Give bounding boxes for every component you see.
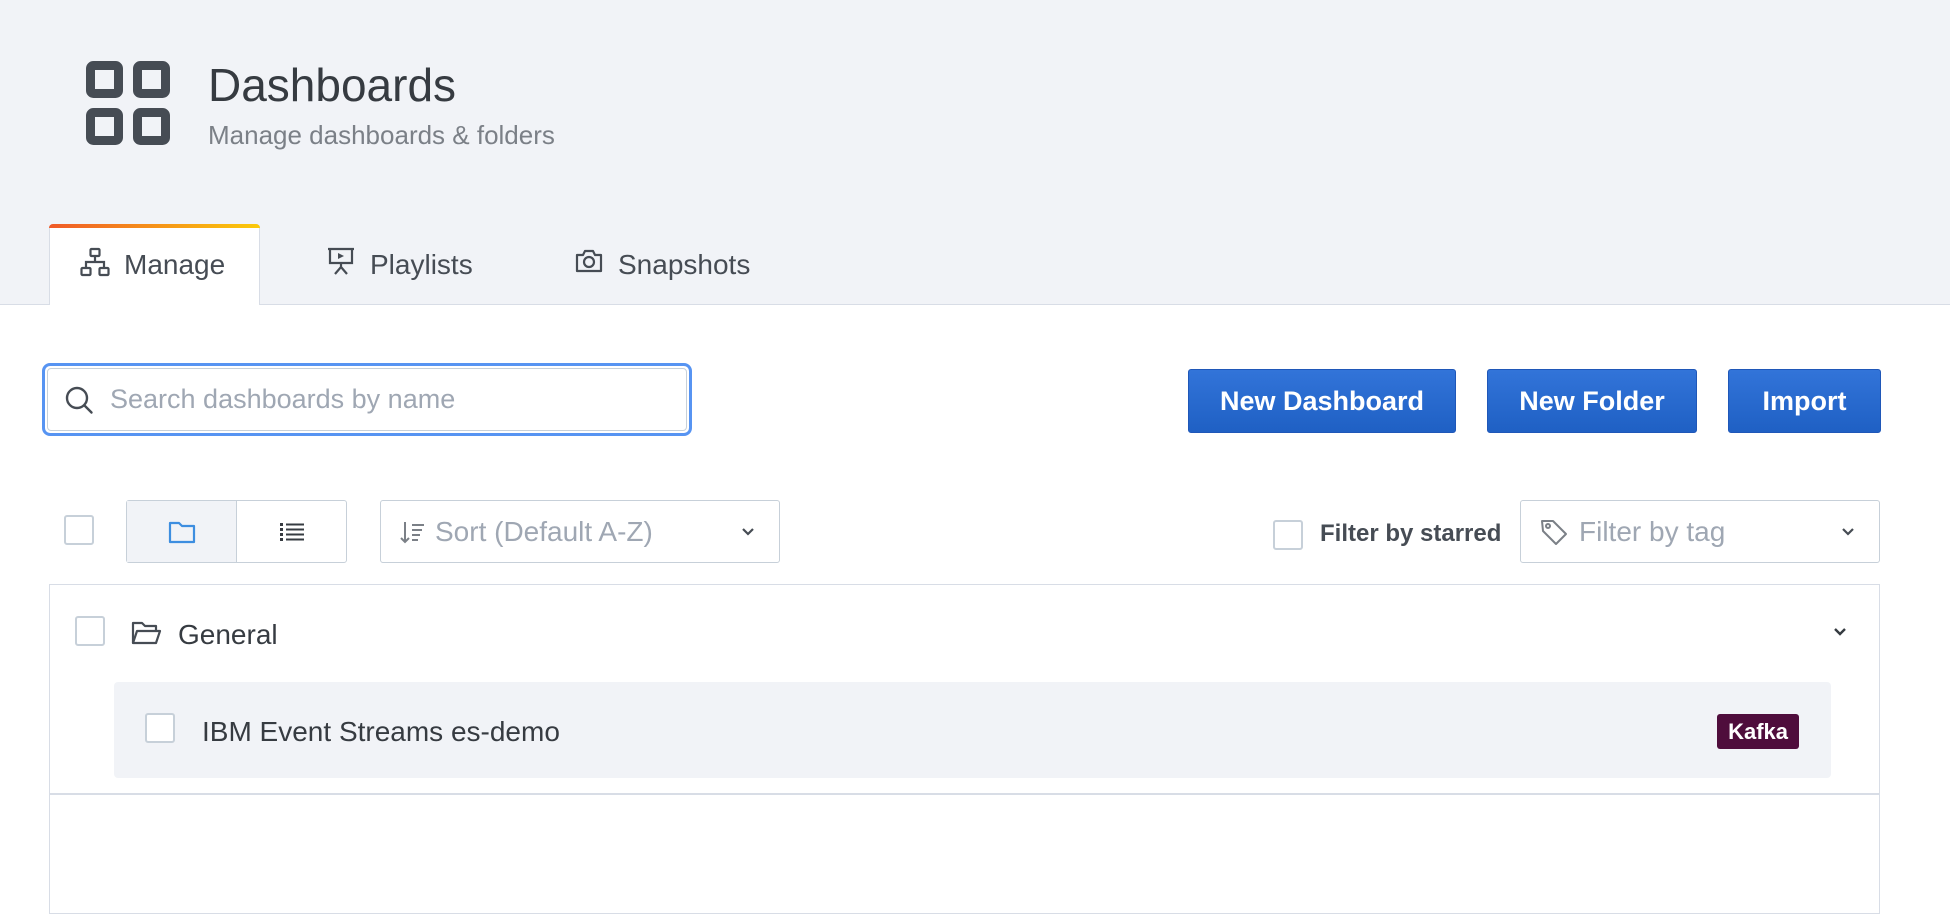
tab-playlists[interactable]: Playlists xyxy=(326,224,496,305)
new-folder-button[interactable]: New Folder xyxy=(1487,369,1697,433)
dashboard-grid-icon xyxy=(86,61,170,150)
page-header xyxy=(0,0,1950,305)
select-all-checkbox[interactable] xyxy=(64,515,94,545)
folder-name: General xyxy=(178,619,278,650)
search-input[interactable] xyxy=(108,383,686,416)
presentation-icon xyxy=(326,246,356,283)
tag-filter-label: Filter by tag xyxy=(1579,515,1726,547)
chevron-down-icon xyxy=(1839,523,1857,541)
dashboard-row[interactable]: IBM Event Streams es-demo Kafka xyxy=(114,682,1831,778)
sort-icon xyxy=(399,518,427,546)
tag-filter-select[interactable]: Filter by tag xyxy=(1520,500,1880,563)
import-button[interactable]: Import xyxy=(1728,369,1881,433)
page-title: Dashboards xyxy=(208,59,457,111)
divider xyxy=(50,793,1879,795)
filter-starred-label: Filter by starred xyxy=(1320,520,1502,547)
tab-snapshots[interactable]: Snapshots xyxy=(574,224,774,305)
dashboard-list-panel: General IBM Event Streams es-demo Kafka xyxy=(49,584,1880,914)
dashboard-checkbox[interactable] xyxy=(145,713,175,743)
tab-label: Playlists xyxy=(370,248,473,280)
search-field xyxy=(47,368,687,431)
list-icon xyxy=(277,517,307,547)
tag-badge[interactable]: Kafka xyxy=(1717,714,1799,749)
folder-view-button[interactable] xyxy=(127,501,237,562)
folder-icon xyxy=(167,517,197,547)
chevron-down-icon xyxy=(739,523,757,541)
sitemap-icon xyxy=(80,247,110,284)
folder-checkbox[interactable] xyxy=(75,616,105,646)
list-view-button[interactable] xyxy=(237,501,346,562)
tab-manage[interactable]: Manage xyxy=(49,224,260,305)
sort-label: Sort (Default A-Z) xyxy=(435,515,653,547)
search-box xyxy=(42,363,692,436)
search-icon xyxy=(64,385,94,415)
page-subtitle: Manage dashboards & folders xyxy=(208,120,555,150)
tag-icon xyxy=(1539,517,1569,547)
new-dashboard-button[interactable]: New Dashboard xyxy=(1188,369,1456,433)
sort-select[interactable]: Sort (Default A-Z) xyxy=(380,500,780,563)
filter-starred-checkbox[interactable] xyxy=(1273,520,1303,550)
tab-label: Snapshots xyxy=(618,248,751,280)
chevron-down-icon[interactable] xyxy=(1831,623,1849,641)
tab-label: Manage xyxy=(124,249,226,280)
folder-open-icon xyxy=(130,618,162,648)
folder-row-general[interactable]: General xyxy=(50,585,1879,681)
dashboard-title[interactable]: IBM Event Streams es-demo xyxy=(202,716,560,748)
camera-icon xyxy=(574,246,604,283)
view-mode-toggle xyxy=(126,500,347,563)
